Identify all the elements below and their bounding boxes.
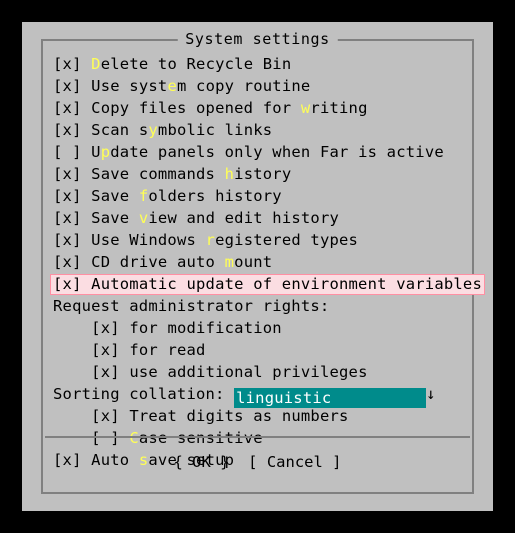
label-pre: CD drive auto: [91, 253, 225, 271]
label-pre: use additional privileges: [129, 363, 368, 381]
label-post: ase sensitive: [138, 429, 263, 447]
horizontal-divider: [45, 436, 470, 438]
checkbox-save-view-and-edit-history[interactable]: [x] Save view and edit history: [53, 207, 464, 229]
label-post: mbolic links: [157, 121, 273, 139]
checkbox-mark: [x]: [53, 253, 92, 271]
checkbox-mark: [x]: [53, 187, 92, 205]
label-post: date panels only when Far is active: [110, 143, 444, 161]
sorting-collation-label: Sorting collation:: [53, 385, 235, 403]
label-pre: Treat digits as numbers: [129, 407, 349, 425]
checkbox-scan-symbolic-links[interactable]: [x] Scan symbolic links: [53, 119, 464, 141]
hotkey-char: w: [300, 99, 311, 117]
label-post: elete to Recycle Bin: [100, 55, 292, 73]
hotkey-char: f: [138, 187, 149, 205]
sorting-collation-select[interactable]: linguistic: [234, 388, 427, 408]
checkbox-mark: [x]: [91, 407, 130, 425]
checkbox-mark: [x]: [53, 231, 92, 249]
checkbox-case-sensitive[interactable]: [ ] Case sensitive: [53, 427, 464, 449]
label-pre: for modification: [129, 319, 282, 337]
checkbox-automatic-update-of-environment-variables[interactable]: [x] Automatic update of environment vari…: [50, 273, 485, 295]
label-pre: Scan s: [91, 121, 149, 139]
label-post: m copy routine: [176, 77, 311, 95]
checkbox-use-system-copy-routine[interactable]: [x] Use system copy routine: [53, 75, 464, 97]
label-post: istory: [234, 165, 292, 183]
dialog-buttons: { OK } [ Cancel ]: [43, 453, 472, 471]
hotkey-char: e: [167, 77, 177, 95]
label-post: egistered types: [215, 231, 359, 249]
focus-highlight: [x] Automatic update of environment vari…: [50, 274, 485, 295]
admin-rights-group-label: Request administrator rights:: [53, 297, 330, 315]
cancel-button[interactable]: [ Cancel ]: [248, 453, 341, 471]
label-pre: Save: [91, 209, 139, 227]
hotkey-char: D: [91, 55, 101, 73]
button-gap: [230, 453, 249, 471]
checkbox-admin-for-modification[interactable]: [x] for modification: [53, 317, 464, 339]
checkbox-save-folders-history[interactable]: [x] Save folders history: [53, 185, 464, 207]
label-post: ount: [234, 253, 273, 271]
label-pre: Automatic update of environment variable…: [91, 275, 482, 293]
hotkey-char: m: [224, 253, 235, 271]
checkbox-mark: [ ]: [53, 143, 92, 161]
label-post: iew and edit history: [148, 209, 340, 227]
checkbox-mark: [x]: [53, 275, 92, 293]
label-pre: Save commands: [91, 165, 225, 183]
label-post: olders history: [148, 187, 282, 205]
hotkey-char: r: [205, 231, 216, 249]
hotkey-char: h: [224, 165, 235, 183]
hotkey-char: y: [148, 121, 158, 139]
label-pre: Use Windows: [91, 231, 206, 249]
label-pre: Copy files opened for: [91, 99, 301, 117]
hotkey-char: v: [138, 209, 149, 227]
checkbox-use-windows-registered-types[interactable]: [x] Use Windows registered types: [53, 229, 464, 251]
checkbox-mark: [x]: [53, 99, 92, 117]
sorting-collation-value: linguistic: [236, 389, 332, 407]
checkbox-save-commands-history[interactable]: [x] Save commands history: [53, 163, 464, 185]
checkbox-mark: [x]: [91, 341, 130, 359]
checkbox-mark: [x]: [91, 319, 130, 337]
system-settings-dialog: System settings [x] Delete to Recycle Bi…: [22, 22, 493, 511]
checkbox-treat-digits-as-numbers[interactable]: [x] Treat digits as numbers: [53, 405, 464, 427]
checkbox-mark: [x]: [53, 77, 92, 95]
chevron-down-icon[interactable]: ↓: [426, 385, 436, 403]
hotkey-char: p: [100, 143, 111, 161]
checkbox-delete-to-recycle-bin[interactable]: [x] Delete to Recycle Bin: [53, 53, 464, 75]
dialog-title: System settings: [177, 29, 338, 49]
checkbox-cd-drive-auto-mount[interactable]: [x] CD drive auto mount: [53, 251, 464, 273]
checkbox-mark: [x]: [53, 121, 92, 139]
checkbox-copy-files-opened-for-writing[interactable]: [x] Copy files opened for writing: [53, 97, 464, 119]
label-pre: U: [91, 143, 101, 161]
checkbox-mark: [x]: [53, 165, 92, 183]
label-pre: for read: [129, 341, 206, 359]
options-list: [x] Delete to Recycle Bin [x] Use system…: [50, 53, 485, 471]
checkbox-mark: [x]: [53, 209, 92, 227]
label-pre: Use syst: [91, 77, 168, 95]
ok-button[interactable]: { OK }: [174, 453, 230, 471]
checkbox-mark: [ ]: [91, 429, 130, 447]
checkbox-update-panels-only-when-far-is-active[interactable]: [ ] Update panels only when Far is activ…: [53, 141, 464, 163]
checkbox-admin-for-read[interactable]: [x] for read: [53, 339, 464, 361]
checkbox-mark: [x]: [91, 363, 130, 381]
label-post: riting: [310, 99, 368, 117]
checkbox-admin-use-additional-privileges[interactable]: [x] use additional privileges: [53, 361, 464, 383]
checkbox-mark: [x]: [53, 55, 92, 73]
sorting-collation-row[interactable]: Sorting collation: linguistic ↓: [53, 383, 464, 408]
terminal-screen: System settings [x] Delete to Recycle Bi…: [0, 0, 515, 533]
dialog-frame: System settings [x] Delete to Recycle Bi…: [41, 29, 485, 494]
hotkey-char: C: [129, 429, 139, 447]
label-pre: Save: [91, 187, 139, 205]
